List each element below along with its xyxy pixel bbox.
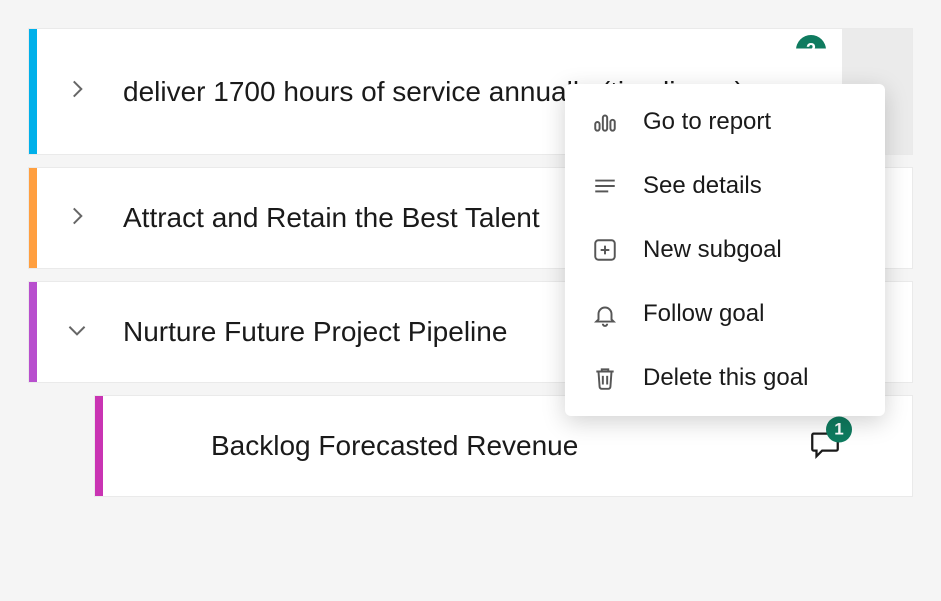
chevron-right-icon[interactable] xyxy=(64,76,90,107)
trash-icon xyxy=(591,364,619,392)
list-icon xyxy=(591,172,619,200)
chevron-right-icon[interactable] xyxy=(64,203,90,234)
status-color-bar xyxy=(95,396,103,496)
menu-label: Follow goal xyxy=(643,300,764,328)
menu-label: Delete this goal xyxy=(643,364,808,392)
menu-delete-goal[interactable]: Delete this goal xyxy=(565,346,885,410)
status-color-bar xyxy=(29,29,37,154)
status-color-bar xyxy=(29,282,37,382)
context-menu: Go to report See details New subgoal xyxy=(565,84,885,416)
bar-chart-icon xyxy=(591,108,619,136)
menu-label: New subgoal xyxy=(643,236,782,264)
comment-count-badge: 1 xyxy=(826,417,852,443)
menu-go-to-report[interactable]: Go to report xyxy=(565,90,885,154)
goal-title: Backlog Forecasted Revenue xyxy=(211,426,882,465)
menu-follow-goal[interactable]: Follow goal xyxy=(565,282,885,346)
bell-icon xyxy=(591,300,619,328)
menu-see-details[interactable]: See details xyxy=(565,154,885,218)
plus-box-icon xyxy=(591,236,619,264)
comment-button[interactable]: 1 xyxy=(808,427,842,466)
chevron-down-icon[interactable] xyxy=(64,317,90,348)
menu-label: See details xyxy=(643,172,762,200)
menu-label: Go to report xyxy=(643,108,771,136)
menu-new-subgoal[interactable]: New subgoal xyxy=(565,218,885,282)
status-color-bar xyxy=(29,168,37,268)
